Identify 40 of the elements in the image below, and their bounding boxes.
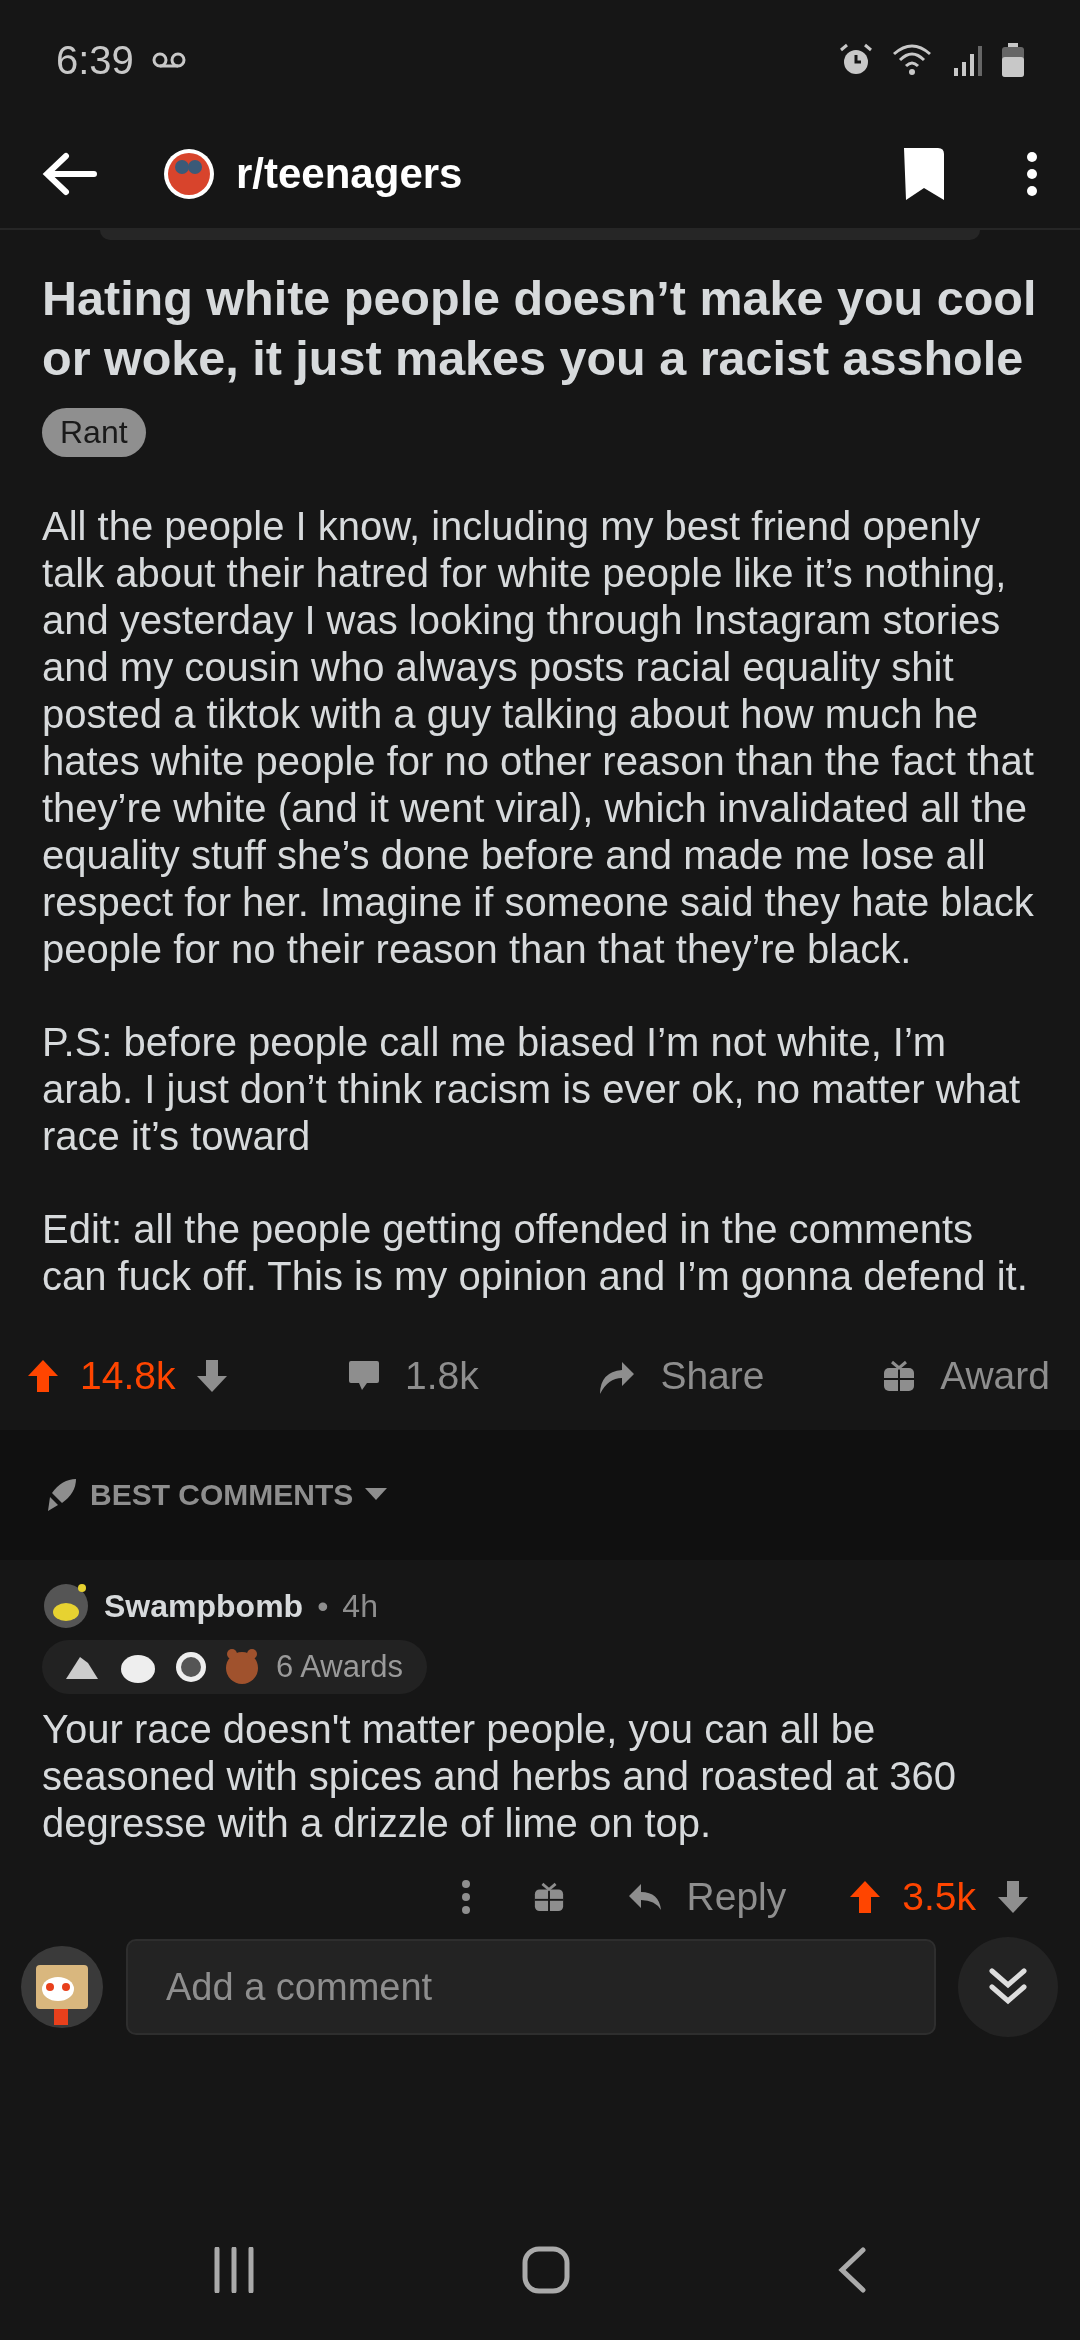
- post-paragraph: All the people I know, including my best friend openly talk about their hatred for white people like it’s nothing, and yesterday I was looking through Instagram stories and my cousin who always posts racial equality shit posted a tiktok with a guy talking about how much he hates white people for no other reason than the fact that they’re white (and it went viral), which invalidated all the equality stuff she’s done before and made me lose all respect for her. Imagine if someone said they hate black people for no their reason than that they’re black.: [42, 503, 1035, 973]
- comment-input[interactable]: Add a comment: [126, 1939, 936, 2035]
- battery-icon: [1002, 43, 1024, 77]
- comment-text: Your race doesn't matter people, you can all be seasoned with spices and herbs and roasted at 360 degresse with a drizzle of lime on top.: [42, 1706, 957, 1847]
- separator-dot: •: [317, 1587, 329, 1625]
- comment-author[interactable]: Swampbomb: [104, 1587, 304, 1625]
- sort-button[interactable]: BEST COMMENTS: [42, 1477, 388, 1513]
- caret-icon: [365, 1488, 388, 1502]
- status-time: 6:39: [56, 37, 134, 83]
- back-nav-button[interactable]: [836, 2247, 867, 2293]
- post-title: Hating white people doesn’t make you cool or woke, it just makes you a racist asshole: [42, 270, 1038, 387]
- gift-icon: [532, 1881, 565, 1913]
- user-avatar: [42, 1582, 90, 1630]
- more-button[interactable]: [1026, 151, 1038, 197]
- subreddit-avatar: [162, 147, 216, 201]
- award-button[interactable]: Award: [882, 1354, 1050, 1398]
- comment-age: 4h: [342, 1587, 378, 1625]
- subreddit-name[interactable]: r/teenagers: [236, 150, 463, 198]
- reply-button[interactable]: Reply: [626, 1875, 787, 1919]
- home-button[interactable]: [522, 2246, 570, 2294]
- award-icon: [224, 1648, 260, 1686]
- upvote-icon[interactable]: [26, 1358, 60, 1394]
- downvote-icon[interactable]: [195, 1358, 230, 1394]
- comments-button[interactable]: 1.8k: [347, 1354, 479, 1398]
- back-button[interactable]: [42, 152, 98, 196]
- share-button[interactable]: Share: [596, 1354, 765, 1398]
- post-paragraph: P.S: before people call me biased I’m not white, I’m arab. I just don’t think racism is ever ok, no matter what race it’s toward: [42, 1019, 1022, 1160]
- recents-button[interactable]: [213, 2247, 256, 2293]
- voicemail-icon: [151, 50, 186, 70]
- gift-icon: [882, 1359, 917, 1393]
- awards-count: 6 Awards: [276, 1649, 403, 1685]
- downvote-icon[interactable]: [996, 1879, 1030, 1915]
- award-icon: [174, 1649, 208, 1685]
- flair-tag: Rant: [42, 408, 146, 457]
- post-paragraph: Edit: all the people getting offended in the comments can fuck off. This is my opinion and I’m gonna defend it.: [42, 1206, 1029, 1300]
- vote-score: 3.5k: [902, 1875, 976, 1919]
- signal-icon: [954, 44, 984, 76]
- upvote-icon[interactable]: [848, 1879, 883, 1915]
- awards-badge[interactable]: 6 Awards: [42, 1640, 427, 1694]
- vote-score: 14.8k: [80, 1354, 176, 1398]
